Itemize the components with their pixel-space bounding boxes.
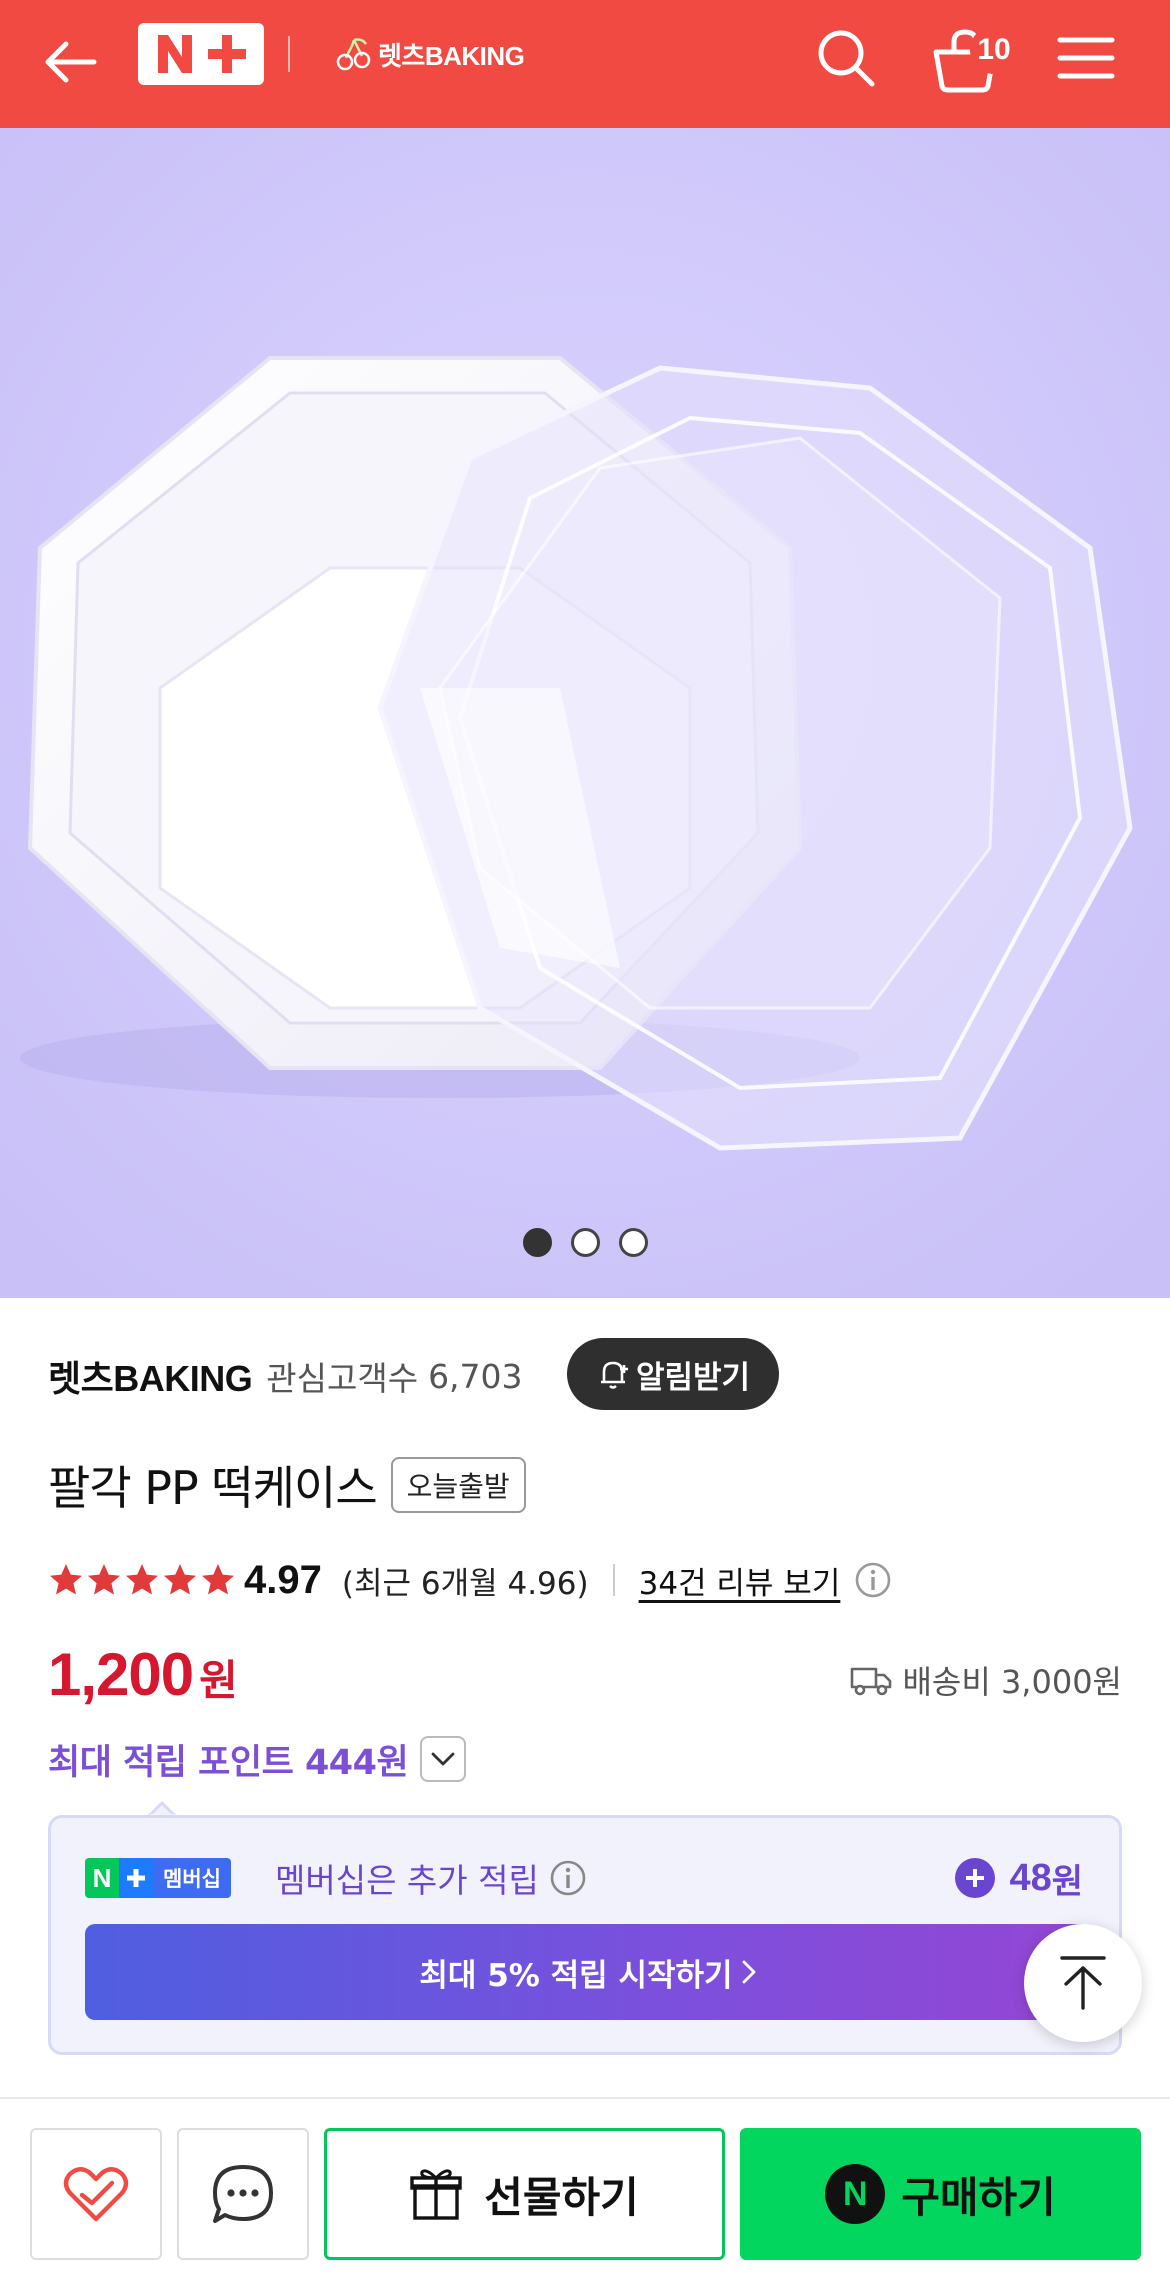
price-currency: 원 — [199, 1656, 238, 1705]
plus-circle-icon — [955, 1858, 996, 1898]
star-icon — [164, 1564, 196, 1595]
price-row: 1,200 원 — [48, 1640, 238, 1716]
membership-badge-n: N — [85, 1858, 119, 1898]
info-icon[interactable] — [854, 1561, 892, 1599]
star-icon — [50, 1564, 82, 1595]
rating-divider — [612, 1564, 615, 1596]
review-link[interactable]: 34건 리뷰 보기 — [639, 1558, 841, 1603]
store-name[interactable]: 렛츠BAKING — [48, 1350, 253, 1402]
product-image-carousel[interactable] — [0, 128, 1170, 1298]
shipping-fee: 배송비 3,000원 — [850, 1652, 1122, 1708]
star-icon — [88, 1564, 120, 1595]
product-photo — [0, 128, 1170, 1298]
chevron-down-icon — [431, 1752, 455, 1766]
arrow-left-icon — [45, 41, 97, 83]
back-button[interactable] — [38, 26, 104, 98]
talk-talk-button[interactable] — [177, 2128, 309, 2260]
carousel-dot-2[interactable] — [570, 1228, 600, 1257]
search-button[interactable] — [808, 20, 884, 96]
chat-bubble-icon — [213, 2165, 273, 2223]
recent-rating: (최근 6개월 4.96) — [341, 1565, 589, 1602]
search-icon — [818, 30, 875, 87]
bottom-bar-divider — [0, 2097, 1170, 2099]
cart-count-badge: 10 — [970, 26, 1018, 74]
naver-plus-membership-badge: N 멤버십 — [85, 1858, 231, 1898]
fans-label: 관심고객수 — [266, 1359, 419, 1398]
gift-label: 선물하기 — [484, 2172, 639, 2222]
wishlist-button[interactable] — [30, 2128, 162, 2260]
cart-button[interactable]: 10 — [926, 18, 1018, 98]
store-logo[interactable]: 렛츠BAKING — [334, 30, 525, 78]
rating-score: 4.97 — [244, 1557, 322, 1602]
heart-check-icon — [63, 2167, 129, 2222]
product-title-row: 팔각 PP 떡케이스 오늘출발 — [48, 1450, 526, 1520]
membership-bonus-amount: 48 — [1009, 1856, 1052, 1899]
membership-plus-icon — [119, 1858, 153, 1898]
gift-button[interactable]: 선물하기 — [324, 2128, 725, 2260]
shipping-fee-text: 배송비 3,000원 — [902, 1663, 1122, 1701]
store-info: 렛츠BAKING 관심고객수 6,703 — [48, 1340, 523, 1412]
plus-icon — [208, 35, 246, 73]
product-title: 팔각 PP 떡케이스 — [48, 1461, 378, 1515]
membership-text: 멤버십은 추가 적립 — [275, 1852, 587, 1904]
info-icon[interactable] — [549, 1859, 587, 1897]
hamburger-menu-icon — [1057, 37, 1115, 79]
arrow-up-to-top-icon — [1060, 1956, 1106, 2010]
bell-plus-icon — [600, 1361, 628, 1389]
naver-plus-logo[interactable]: N+ — [138, 23, 264, 85]
naver-pay-n-icon: N — [825, 2164, 886, 2224]
alarm-subscribe-button[interactable]: 알림받기 — [567, 1338, 779, 1410]
points-expand-button[interactable] — [420, 1736, 467, 1782]
star-icon — [126, 1564, 158, 1595]
membership-box: N 멤버십 멤버십은 추가 적립 48 원 최대 5% 적립 시작하기 — [48, 1815, 1122, 2055]
menu-button[interactable] — [1052, 22, 1120, 94]
alarm-label: 알림받기 — [635, 1359, 751, 1396]
fans-count: 6,703 — [428, 1356, 523, 1396]
membership-cta-label: 최대 5% 적립 시작하기 — [419, 1957, 733, 1994]
price-amount: 1,200 — [48, 1641, 194, 1708]
membership-badge-label: 멤버십 — [153, 1858, 231, 1898]
buy-label: 구매하기 — [901, 2172, 1056, 2222]
carousel-dot-3[interactable] — [618, 1228, 648, 1257]
store-logo-text: 렛츠BAKING — [378, 40, 525, 71]
header-divider — [288, 36, 290, 72]
membership-bonus-unit: 원 — [1051, 1861, 1083, 1902]
max-points-label: 최대 적립 포인트 444원 — [48, 1742, 409, 1783]
buy-button[interactable]: N 구매하기 — [740, 2128, 1141, 2260]
naver-n-icon — [158, 35, 192, 73]
star-rating — [48, 1562, 236, 1598]
chevron-right-icon — [742, 1960, 755, 1984]
star-icon — [202, 1564, 234, 1595]
cherry-icon — [336, 38, 371, 71]
membership-start-button[interactable]: 최대 5% 적립 시작하기 — [85, 1924, 1091, 2020]
top-header: N+ 렛츠BAKING 10 — [0, 0, 1170, 128]
scroll-to-top-button[interactable] — [1024, 1924, 1142, 2042]
same-day-shipping-badge: 오늘출발 — [390, 1457, 526, 1513]
gift-icon — [410, 2169, 462, 2220]
carousel-dot-1[interactable] — [522, 1228, 552, 1257]
rating-row: 4.97 (최근 6개월 4.96) 34건 리뷰 보기 — [48, 1552, 892, 1608]
carousel-indicators — [0, 1228, 1170, 1257]
points-row: 최대 적립 포인트 444원 — [48, 1730, 467, 1788]
membership-bonus: 48 원 — [955, 1852, 1083, 1904]
membership-description: 멤버십은 추가 적립 — [275, 1861, 539, 1900]
truck-icon — [851, 1667, 892, 1696]
